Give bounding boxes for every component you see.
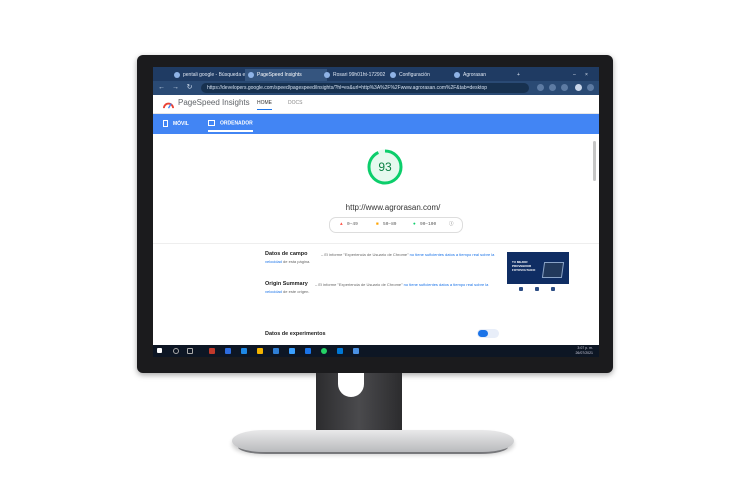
device-desktop-tab[interactable]: ORDENADOR	[208, 120, 253, 133]
close-icon[interactable]: ×	[585, 69, 593, 81]
psi-header: PageSpeed Insights HOME DOCS	[153, 95, 599, 114]
legend-high: 90–100	[420, 222, 437, 227]
score-value: 93	[378, 160, 392, 174]
collections-icon[interactable]	[561, 84, 568, 91]
app-icon[interactable]	[209, 348, 215, 354]
minimize-icon[interactable]: –	[573, 69, 581, 81]
tab-home[interactable]: HOME	[257, 100, 272, 110]
legend-mid: 50–89	[383, 222, 397, 227]
favorites-icon[interactable]	[549, 84, 556, 91]
field-data-text: – El informe "Experiencia de Usuario de …	[265, 252, 495, 264]
info-icon[interactable]: ⓘ	[449, 221, 454, 227]
app-icon[interactable]	[225, 348, 231, 354]
toggle-knob	[478, 330, 488, 337]
search-icon[interactable]	[173, 348, 179, 354]
app-icon[interactable]	[305, 348, 311, 354]
taskbar-clock[interactable]: 3:07 p. m. 26/07/2021	[575, 346, 593, 356]
laptop-icon	[208, 120, 215, 126]
phone-icon	[163, 120, 168, 127]
avatar[interactable]	[575, 84, 582, 91]
windows-start-icon[interactable]	[157, 348, 162, 353]
edge-icon[interactable]	[273, 348, 279, 354]
page-icon	[454, 72, 460, 78]
back-icon[interactable]: ←	[157, 83, 166, 92]
app-icon[interactable]	[289, 348, 295, 354]
lab-data-title: Datos de experimentos	[265, 331, 326, 337]
triangle-icon: ▲	[340, 222, 343, 227]
outlook-icon[interactable]	[337, 348, 343, 354]
legend-low: 0–49	[347, 222, 358, 227]
analyzed-url: http://www.agrorasan.com/	[345, 203, 441, 212]
more-menu-icon[interactable]	[587, 84, 594, 91]
circle-icon: ●	[413, 222, 416, 227]
app-icon[interactable]	[353, 348, 359, 354]
address-bar-row: ← → ↻ https://developers.google.com/spee…	[153, 81, 599, 95]
device-mobile-tab[interactable]: MÓVIL	[163, 120, 189, 127]
page-screenshot-thumbnail: TU MEJOR PROVEEDOR FOTOVOLTAICO	[507, 252, 569, 300]
thumbnail-feature-icon	[519, 287, 523, 291]
gear-icon	[390, 72, 396, 78]
scrollbar[interactable]	[593, 141, 596, 181]
google-icon	[174, 72, 180, 78]
device-toggle-bar: MÓVIL ORDENADOR	[153, 114, 599, 134]
task-view-icon[interactable]	[187, 348, 193, 354]
new-tab-button[interactable]: +	[515, 69, 527, 81]
psi-title: PageSpeed Insights	[178, 98, 250, 107]
tab-google-search[interactable]: pentali google - Búsqueda e	[171, 69, 253, 81]
folder-icon[interactable]	[257, 348, 263, 354]
tab-agrorasan[interactable]: Agrorasan	[451, 69, 523, 81]
app-icon[interactable]	[241, 348, 247, 354]
browser-tab-strip: pentali google - Búsqueda e PageSpeed In…	[153, 67, 599, 81]
pagespeed-logo-icon	[163, 102, 174, 109]
origin-summary-text: – El informe "Experiencia de Usuario de …	[265, 282, 489, 294]
mail-icon	[324, 72, 330, 78]
divider	[153, 243, 599, 244]
tab-docs[interactable]: DOCS	[288, 100, 302, 106]
view-toggle[interactable]	[477, 329, 499, 338]
tab-mail[interactable]: Rosari 99h01ht-172902	[321, 69, 395, 81]
square-icon: ■	[376, 222, 379, 227]
pagespeed-icon	[248, 72, 254, 78]
url-field[interactable]: https://developers.google.com/speed/page…	[201, 83, 529, 93]
extension-icon[interactable]	[537, 84, 544, 91]
forward-icon[interactable]: →	[171, 83, 180, 92]
monitor-stand-base	[232, 430, 514, 452]
whatsapp-icon[interactable]	[321, 348, 327, 354]
thumbnail-feature-icon	[551, 287, 555, 291]
reload-icon[interactable]: ↻	[185, 83, 194, 92]
windows-taskbar: 3:07 p. m. 26/07/2021	[153, 345, 599, 357]
solar-panel-image	[541, 262, 565, 278]
score-legend: ▲ 0–49 ■ 50–89 ● 90–100 ⓘ	[329, 217, 463, 233]
tab-pagespeed[interactable]: PageSpeed Insights	[245, 69, 327, 81]
score-gauge: 93	[367, 149, 403, 185]
screen: pentali google - Búsqueda e PageSpeed In…	[153, 67, 599, 357]
thumbnail-headline: TU MEJOR PROVEEDOR FOTOVOLTAICO	[512, 260, 536, 272]
monitor: pentali google - Búsqueda e PageSpeed In…	[137, 55, 613, 373]
tab-settings[interactable]: Configuración	[387, 69, 459, 81]
thumbnail-feature-icon	[535, 287, 539, 291]
